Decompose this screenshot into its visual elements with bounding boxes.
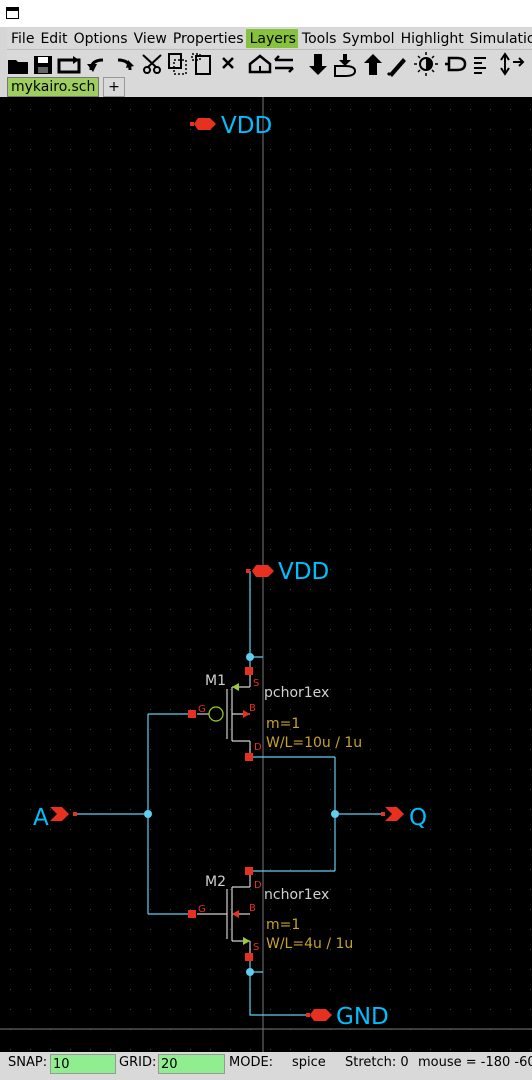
swap-icon[interactable] <box>274 55 294 73</box>
menu-view[interactable]: View <box>130 29 169 48</box>
paste-icon[interactable] <box>191 53 211 75</box>
open-icon[interactable] <box>8 60 28 74</box>
m2-wl: W/L=4u / 1u <box>266 936 353 952</box>
grid-label: GRID: <box>119 1055 157 1070</box>
menu-edit[interactable]: Edit <box>36 29 69 48</box>
flip-icon[interactable] <box>500 52 525 76</box>
m2-pin-g: G <box>198 904 206 915</box>
mode-value: spice <box>292 1055 326 1070</box>
vdd-top-label[interactable]: VDD <box>190 113 272 139</box>
push-icon[interactable] <box>309 54 327 75</box>
gnd-label[interactable]: GND <box>306 1004 389 1030</box>
toolbar <box>7 49 532 79</box>
m1-pin-g: G <box>198 704 206 715</box>
add-tab-button[interactable]: + <box>103 77 125 97</box>
m2-pin-d: D <box>254 880 262 891</box>
status-bar: SNAP: 10 GRID: 20 MODE: spice Stretch: 0… <box>0 1052 532 1080</box>
input-pin-a-text: A <box>33 805 49 831</box>
m1-name: M1 <box>205 673 226 689</box>
m2-pin-b: B <box>249 903 256 914</box>
cut-icon[interactable] <box>142 54 162 74</box>
grid-dots <box>10 109 531 1050</box>
menu-file[interactable]: File <box>7 29 36 48</box>
m2-model: nchor1ex <box>264 887 329 903</box>
snap-input[interactable]: 10 <box>50 1054 116 1074</box>
m1-pin-b: B <box>249 703 256 714</box>
reload-icon[interactable] <box>57 56 81 74</box>
grid-input[interactable]: 20 <box>158 1054 225 1074</box>
menu-properties[interactable]: Properties <box>169 29 246 48</box>
symbol-icon[interactable] <box>445 56 467 72</box>
redo-icon[interactable] <box>117 58 134 71</box>
m1-pin-d: D <box>254 742 262 753</box>
vdd-label[interactable]: VDD <box>246 559 329 585</box>
highlight-icon[interactable] <box>414 52 438 76</box>
snap-label: SNAP: <box>8 1055 48 1070</box>
menu-layers[interactable]: Layers <box>245 29 298 48</box>
stretch-status: Stretch: 0 <box>345 1055 409 1070</box>
undo-icon[interactable] <box>87 58 104 72</box>
m1-pin-s: S <box>253 678 259 689</box>
tab-mykairo-sch[interactable]: mykairo.sch <box>7 77 100 97</box>
gnd-text: GND <box>336 1004 389 1030</box>
schematic-canvas[interactable]: S G B D M1 pchor1ex m=1 W/L=10u / 1u D G… <box>0 97 532 1052</box>
input-pin-a[interactable]: A <box>33 805 77 831</box>
wire-icon[interactable] <box>386 58 406 77</box>
copy-icon[interactable] <box>168 53 187 75</box>
menu-highlight[interactable]: Highlight <box>397 29 466 48</box>
hierarchy-icon[interactable] <box>248 54 272 74</box>
vdd-text: VDD <box>278 559 329 585</box>
delete-icon[interactable] <box>222 57 234 69</box>
output-pin-q-text: Q <box>409 805 427 831</box>
menu-symbol[interactable]: Symbol <box>338 29 396 48</box>
ascend-icon[interactable] <box>364 54 382 75</box>
save-icon[interactable] <box>34 56 52 74</box>
m1-wl: W/L=10u / 1u <box>266 735 362 751</box>
m1-model: pchor1ex <box>264 685 329 701</box>
nmos-m2[interactable]: D G B S M2 nchor1ex m=1 W/L=4u / 1u <box>188 867 353 961</box>
window-menu-icon[interactable] <box>6 7 19 19</box>
m2-pin-s: S <box>253 942 259 953</box>
m2-multiplier: m=1 <box>266 917 300 933</box>
menu-bar: File Edit Options View Properties Layers Tools… <box>7 28 532 48</box>
text-align-icon[interactable] <box>474 57 486 74</box>
junctions <box>144 653 339 976</box>
mode-label: MODE: <box>229 1055 274 1070</box>
mouse-coordinates: mouse = -180 -60 <box>418 1055 532 1070</box>
menu-options[interactable]: Options <box>70 29 130 48</box>
tab-bar: mykairo.sch + <box>7 77 532 97</box>
title-bar <box>0 0 532 27</box>
pmos-m1[interactable]: S G B D M1 pchor1ex m=1 W/L=10u / 1u <box>188 667 362 761</box>
vdd-top-text: VDD <box>221 113 272 139</box>
m1-multiplier: m=1 <box>266 716 300 732</box>
menu-tools[interactable]: Tools <box>298 29 339 48</box>
menu-simulation[interactable]: Simulation <box>466 29 532 48</box>
output-pin-q[interactable]: Q <box>381 805 427 831</box>
descend-symbol-icon[interactable] <box>334 54 357 77</box>
m2-name: M2 <box>205 874 226 890</box>
